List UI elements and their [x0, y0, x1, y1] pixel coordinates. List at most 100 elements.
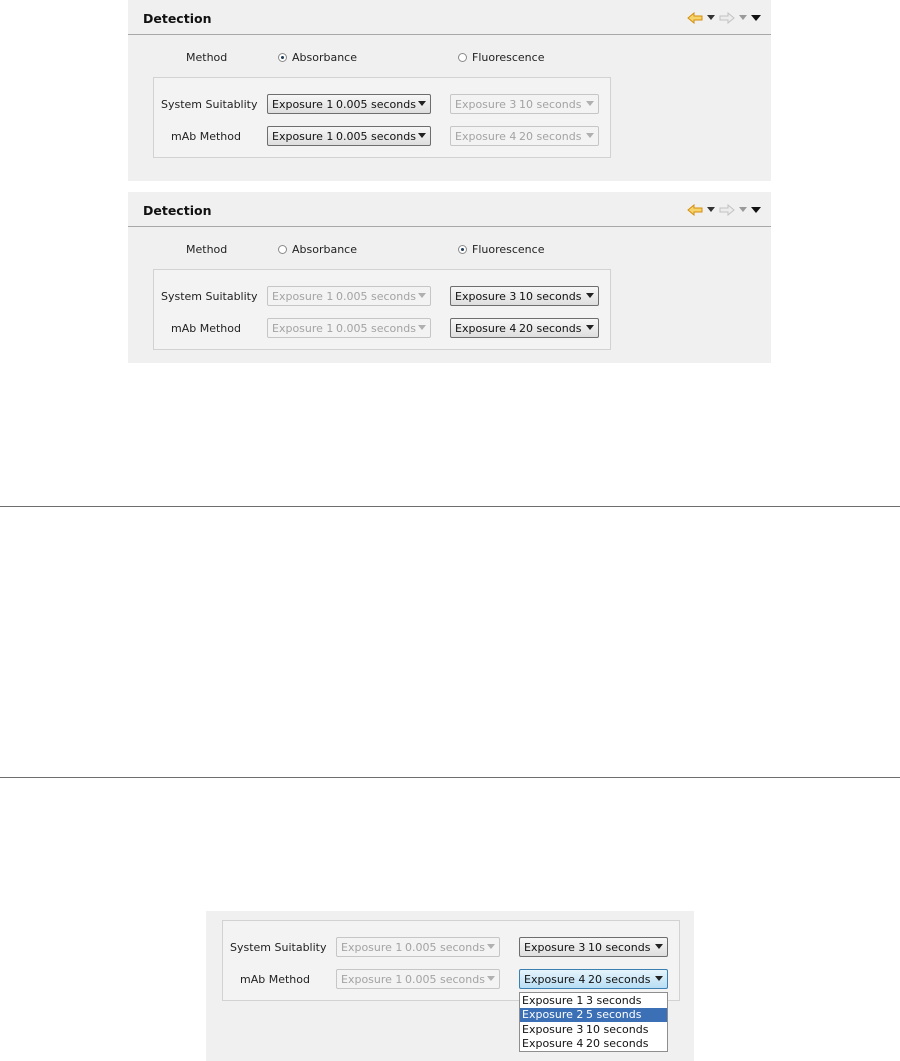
panel-toolbar: [687, 11, 761, 25]
back-arrow-icon[interactable]: [687, 204, 703, 216]
exposure-time: 0.005 seconds: [336, 289, 416, 303]
option-time: 5 seconds: [586, 1008, 642, 1022]
method-label: Method: [186, 51, 228, 64]
exposure-group: System Suitablity Exposure 1 0.005 secon…: [222, 920, 680, 1001]
panel-toolbar: [687, 203, 761, 217]
fluorescence-radio-label: Fluorescence: [472, 243, 545, 256]
radio-selected-indicator[interactable]: [278, 53, 287, 62]
detection-panel-fluorescence: Detection Method Absorbance Fluorescence…: [128, 192, 771, 363]
exposure-time: 10 seconds: [588, 940, 651, 954]
exposure-time: 10 seconds: [519, 97, 582, 111]
dropdown-icon[interactable]: [739, 207, 747, 213]
exposure-group: System Suitablity Exposure 1 0.005 secon…: [153, 77, 611, 158]
panel-title: Detection: [143, 11, 212, 26]
chevron-down-icon[interactable]: [418, 325, 426, 330]
radio-unselected-indicator[interactable]: [458, 53, 467, 62]
exposure-name: Exposure 3: [455, 289, 517, 303]
absorbance-radio[interactable]: Absorbance: [278, 51, 357, 64]
chevron-down-icon[interactable]: [586, 293, 594, 298]
exposure-name: Exposure 3: [524, 940, 586, 954]
radio-unselected-indicator[interactable]: [278, 245, 287, 254]
radio-selected-indicator[interactable]: [458, 245, 467, 254]
exposure-time: 0.005 seconds: [336, 129, 416, 143]
dropdown-option[interactable]: Exposure 1 3 seconds: [520, 993, 667, 1008]
exposure-time: 0.005 seconds: [336, 97, 416, 111]
chevron-down-icon[interactable]: [655, 944, 663, 949]
fluorescence-exposure-select[interactable]: Exposure 3 10 seconds: [450, 286, 599, 306]
forward-arrow-icon[interactable]: [719, 204, 735, 216]
section-divider: [0, 777, 900, 778]
option-time: 10 seconds: [586, 1022, 649, 1036]
chevron-down-icon[interactable]: [418, 101, 426, 106]
fluorescence-exposure-select[interactable]: Exposure 3 10 seconds: [450, 94, 599, 114]
exposure-time: 0.005 seconds: [405, 940, 485, 954]
exposure-time: 10 seconds: [519, 289, 582, 303]
fluorescence-radio-label: Fluorescence: [472, 51, 545, 64]
panel-header: Detection: [128, 192, 771, 227]
dropdown-option[interactable]: Exposure 3 10 seconds: [520, 1022, 667, 1037]
chevron-down-icon[interactable]: [586, 101, 594, 106]
fluorescence-radio[interactable]: Fluorescence: [458, 243, 544, 256]
dropdown-icon[interactable]: [707, 15, 715, 21]
exposure-time: 20 seconds: [519, 321, 582, 335]
absorbance-radio-label: Absorbance: [292, 243, 358, 256]
absorbance-exposure-select[interactable]: Exposure 1 0.005 seconds: [267, 126, 431, 146]
view-menu-icon[interactable]: [751, 14, 761, 22]
dropdown-icon[interactable]: [739, 15, 747, 21]
view-menu-icon[interactable]: [751, 206, 761, 214]
chevron-down-icon[interactable]: [487, 976, 495, 981]
exposure-name: Exposure 4: [524, 972, 586, 986]
option-name: Exposure 3: [522, 1022, 584, 1036]
chevron-down-icon[interactable]: [418, 293, 426, 298]
absorbance-exposure-select[interactable]: Exposure 1 0.005 seconds: [336, 937, 500, 957]
exposure-name: Exposure 1: [272, 289, 334, 303]
option-name: Exposure 1: [522, 993, 584, 1007]
chevron-down-icon[interactable]: [487, 944, 495, 949]
row-label-system-suitability: System Suitablity: [161, 290, 258, 303]
absorbance-exposure-select[interactable]: Exposure 1 0.005 seconds: [267, 286, 431, 306]
exposure-group: System Suitablity Exposure 1 0.005 secon…: [153, 269, 611, 350]
row-label-mab-method: mAb Method: [171, 322, 241, 335]
exposure-name: Exposure 1: [272, 129, 334, 143]
exposure-time: 20 seconds: [519, 129, 582, 143]
option-time: 3 seconds: [586, 993, 642, 1007]
fluorescence-radio[interactable]: Fluorescence: [458, 51, 544, 64]
exposure-name: Exposure 3: [455, 97, 517, 111]
exposure-dropdown-list: Exposure 1 3 seconds Exposure 2 5 second…: [519, 992, 668, 1052]
panel-title: Detection: [143, 203, 212, 218]
section-divider: [0, 506, 900, 507]
back-arrow-icon[interactable]: [687, 12, 703, 24]
option-name: Exposure 2: [522, 1008, 584, 1022]
row-label-mab-method: mAb Method: [171, 130, 241, 143]
fluorescence-exposure-select[interactable]: Exposure 4 20 seconds: [450, 318, 599, 338]
forward-arrow-icon[interactable]: [719, 12, 735, 24]
absorbance-radio[interactable]: Absorbance: [278, 243, 357, 256]
absorbance-exposure-select[interactable]: Exposure 1 0.005 seconds: [336, 969, 500, 989]
absorbance-radio-label: Absorbance: [292, 51, 358, 64]
fluorescence-exposure-select-open[interactable]: Exposure 4 20 seconds: [519, 969, 668, 989]
chevron-down-icon[interactable]: [418, 133, 426, 138]
dropdown-icon[interactable]: [707, 207, 715, 213]
chevron-down-icon[interactable]: [586, 133, 594, 138]
fluorescence-exposure-select[interactable]: Exposure 4 20 seconds: [450, 126, 599, 146]
option-time: 20 seconds: [586, 1037, 649, 1051]
chevron-down-icon[interactable]: [655, 976, 663, 981]
dropdown-option-highlighted[interactable]: Exposure 2 5 seconds: [520, 1007, 667, 1022]
row-label-mab-method: mAb Method: [240, 973, 310, 986]
exposure-name: Exposure 1: [272, 97, 334, 111]
exposure-name: Exposure 1: [341, 940, 403, 954]
panel-header: Detection: [128, 0, 771, 35]
method-label: Method: [186, 243, 228, 256]
exposure-name: Exposure 1: [272, 321, 334, 335]
absorbance-exposure-select[interactable]: Exposure 1 0.005 seconds: [267, 94, 431, 114]
detection-panel-absorbance: Detection Method Absorbance Fluorescence…: [128, 0, 771, 181]
exposure-time: 0.005 seconds: [405, 972, 485, 986]
fluorescence-exposure-select[interactable]: Exposure 3 10 seconds: [519, 937, 668, 957]
chevron-down-icon[interactable]: [586, 325, 594, 330]
dropdown-option[interactable]: Exposure 4 20 seconds: [520, 1037, 667, 1052]
absorbance-exposure-select[interactable]: Exposure 1 0.005 seconds: [267, 318, 431, 338]
row-label-system-suitability: System Suitablity: [230, 941, 327, 954]
exposure-time: 0.005 seconds: [336, 321, 416, 335]
exposure-name: Exposure 4: [455, 129, 517, 143]
exposure-name: Exposure 4: [455, 321, 517, 335]
